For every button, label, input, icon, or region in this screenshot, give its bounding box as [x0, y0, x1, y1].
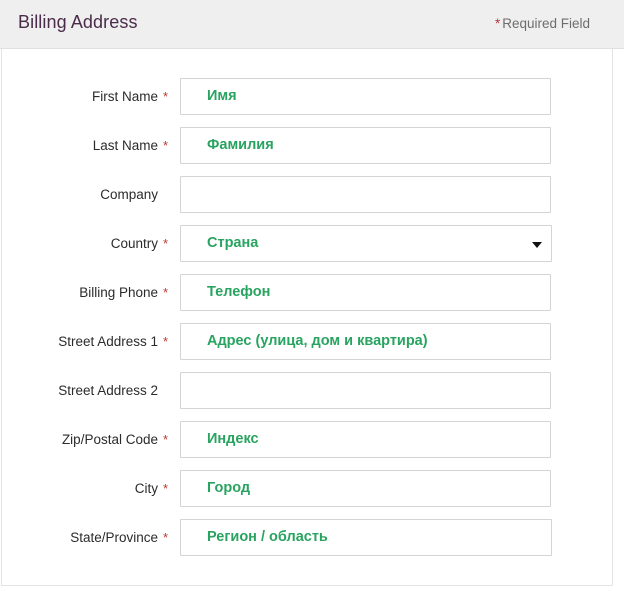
- required-asterisk-icon-zip-postal-code: *: [163, 432, 169, 447]
- required-field-note: * Required Field: [495, 16, 590, 31]
- value-state-province: Регион / область: [207, 529, 328, 545]
- value-city: Город: [207, 480, 251, 496]
- select-country[interactable]: Страна: [180, 225, 552, 262]
- input-last-name[interactable]: Фамилия: [180, 127, 551, 164]
- required-asterisk-icon-state-province: *: [163, 530, 169, 545]
- value-street-address-1: Адрес (улица, дом и квартира): [207, 333, 428, 349]
- label-street-address-2: Street Address 2: [58, 383, 158, 398]
- required-asterisk-icon-first-name: *: [163, 89, 169, 104]
- form-row-last-name: Last Name * Фамилия: [0, 127, 624, 164]
- required-asterisk-icon: *: [494, 16, 501, 31]
- input-billing-phone[interactable]: Телефон: [180, 274, 551, 311]
- form-row-billing-phone: Billing Phone * Телефон: [0, 274, 624, 311]
- form-row-zip-postal-code: Zip/Postal Code * Индекс: [0, 421, 624, 458]
- value-street-address-2: [207, 373, 526, 408]
- value-zip-postal-code: Индекс: [207, 431, 259, 447]
- input-city[interactable]: Город: [180, 470, 551, 507]
- form-row-street-address-1: Street Address 1 * Адрес (улица, дом и ква…: [0, 323, 624, 360]
- select-state-province[interactable]: Регион / область: [180, 519, 552, 556]
- value-billing-phone: Телефон: [207, 284, 271, 300]
- input-street-address-1[interactable]: Адрес (улица, дом и квартира): [180, 323, 551, 360]
- label-first-name: First Name: [91, 89, 158, 104]
- input-first-name[interactable]: Имя: [180, 78, 551, 115]
- value-first-name: Имя: [207, 88, 237, 104]
- input-company[interactable]: [180, 176, 551, 213]
- label-zip-postal-code: Zip/Postal Code: [61, 432, 158, 447]
- required-asterisk-icon-city: *: [163, 481, 169, 496]
- required-asterisk-icon-street-address-1: *: [163, 334, 169, 349]
- billing-address-form: First Name * Имя Last Name * Фамилия Company Co…: [0, 49, 624, 591]
- label-company: Company: [100, 187, 158, 202]
- value-company: [207, 177, 526, 212]
- value-last-name: Фамилия: [207, 137, 274, 153]
- label-street-address-1: Street Address 1: [58, 334, 158, 349]
- required-asterisk-icon-billing-phone: *: [163, 285, 169, 300]
- label-last-name: Last Name: [92, 138, 158, 153]
- form-row-state-province: State/Province * Регион / область: [0, 519, 624, 556]
- panel-header: Billing Address * Required Field: [0, 0, 624, 49]
- required-asterisk-icon-country: *: [163, 236, 169, 251]
- input-zip-postal-code[interactable]: Индекс: [180, 421, 551, 458]
- form-row-company: Company: [0, 176, 624, 213]
- label-city: City: [134, 481, 158, 496]
- label-billing-phone: Billing Phone: [79, 285, 158, 300]
- label-country: Country: [110, 236, 158, 251]
- form-row-city: City * Город: [0, 470, 624, 507]
- chevron-down-icon-country[interactable]: [532, 241, 542, 248]
- form-row-first-name: First Name * Имя: [0, 78, 624, 115]
- required-field-label: Required Field: [502, 16, 590, 31]
- value-country: Страна: [207, 235, 259, 251]
- form-row-country: Country * Страна: [0, 225, 624, 262]
- label-state-province: State/Province: [70, 530, 158, 545]
- page-title: Billing Address: [18, 12, 138, 32]
- input-street-address-2[interactable]: [180, 372, 551, 409]
- required-asterisk-icon-last-name: *: [163, 138, 169, 153]
- form-row-street-address-2: Street Address 2: [0, 372, 624, 409]
